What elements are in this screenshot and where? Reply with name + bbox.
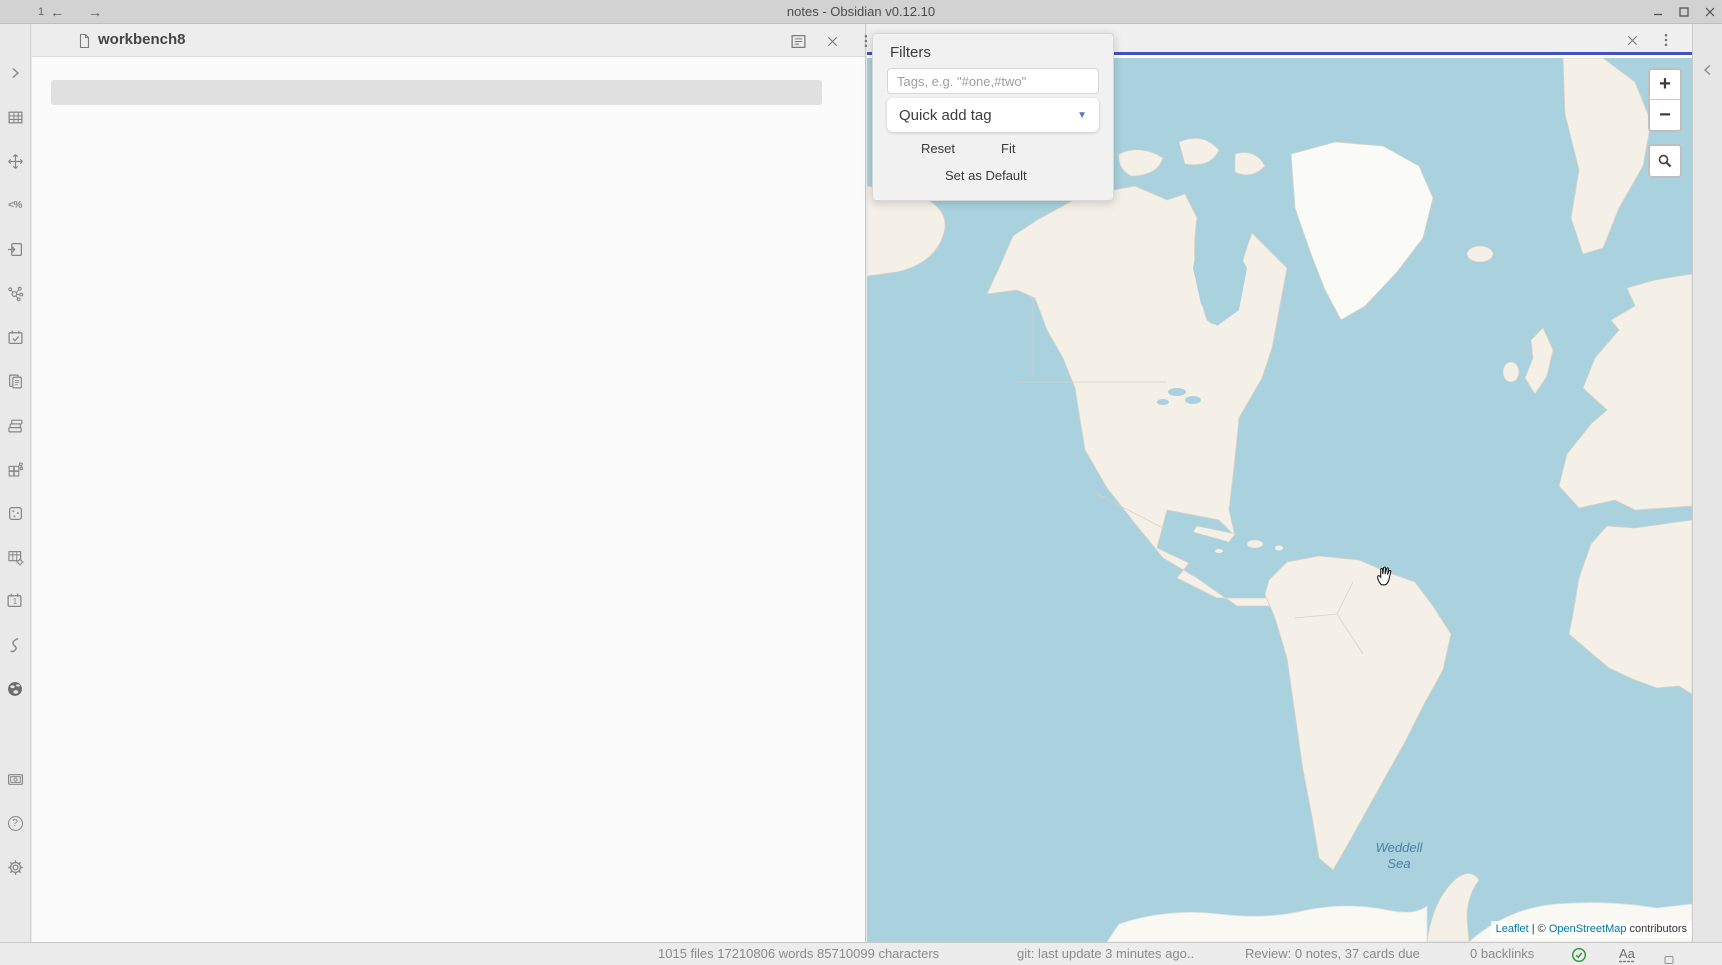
expand-right-sidebar-icon[interactable] [1700, 62, 1716, 83]
dropdown-arrow-icon: ▼ [1077, 110, 1087, 121]
note-pane: workbench8 [32, 24, 866, 942]
reading-view-icon[interactable] [788, 31, 808, 51]
map-filters-popup: Filters Quick add tag ▼ Reset Fit Set as… [872, 33, 1114, 201]
blocks-icon[interactable] [6, 460, 24, 478]
close-window-button[interactable] [1704, 6, 1716, 18]
openstreetmap-link[interactable]: OpenStreetMap [1549, 923, 1627, 935]
title-bar: 1 ← → notes - Obsidian v0.12.10 [0, 0, 1722, 24]
hand-cursor [1372, 563, 1396, 592]
sync-ok-icon [1571, 947, 1587, 965]
expand-sidebar-icon[interactable] [6, 64, 24, 82]
left-ribbon: <% 1 ? [0, 24, 31, 942]
reset-button[interactable]: Reset [921, 141, 955, 156]
map-attribution: Leaflet | © OpenStreetMap contributors [1491, 921, 1692, 938]
empty-note-block[interactable] [51, 80, 822, 105]
calendar-day-number: 1 [6, 597, 24, 606]
close-pane-icon[interactable] [822, 31, 842, 51]
text-size-toggle[interactable]: Aa [1619, 943, 1635, 965]
git-status: git: last update 3 minutes ago.. [1017, 943, 1194, 965]
vault-switcher-icon[interactable] [6, 770, 24, 788]
tags-filter-input[interactable] [887, 68, 1099, 94]
leaflet-link[interactable]: Leaflet [1496, 923, 1529, 935]
calendar-day-icon[interactable]: 1 [6, 592, 24, 610]
fit-button[interactable]: Fit [1001, 141, 1015, 156]
card-stack-icon[interactable] [6, 416, 24, 434]
graph-icon[interactable] [6, 284, 24, 302]
settings-gear-icon[interactable] [6, 858, 24, 876]
search-icon [1657, 153, 1673, 169]
zoom-out-button[interactable]: − [1650, 100, 1680, 130]
map-search-button[interactable] [1648, 144, 1682, 178]
quick-add-tag-label: Quick add tag [899, 107, 1077, 124]
file-stats: 1015 files 17210806 words 85710099 chara… [658, 943, 939, 965]
small-window-icon[interactable] [1664, 950, 1674, 965]
note-pane-header: workbench8 [32, 24, 865, 57]
right-sidebar-strip [1692, 24, 1722, 942]
sea-label: Weddell Sea [1359, 840, 1439, 872]
status-bar: 1015 files 17210806 words 85710099 chara… [0, 942, 1722, 965]
note-title: workbench8 [98, 24, 186, 57]
maximize-button[interactable] [1678, 6, 1690, 18]
calendar-check-icon[interactable] [6, 328, 24, 346]
copy-documents-icon[interactable] [6, 372, 24, 390]
minimize-button[interactable] [1652, 6, 1664, 18]
squiggle-icon[interactable] [6, 636, 24, 654]
map-zoom-control: + − [1648, 68, 1682, 132]
table-gear-icon[interactable] [6, 548, 24, 566]
filters-title: Filters [890, 44, 931, 61]
table-icon[interactable] [6, 108, 24, 126]
help-icon[interactable]: ? [6, 814, 24, 832]
backlinks-count[interactable]: 0 backlinks [1470, 943, 1534, 965]
close-map-pane-icon[interactable] [1622, 30, 1642, 50]
pan-icon[interactable] [6, 152, 24, 170]
file-icon [74, 31, 94, 51]
zoom-in-button[interactable]: + [1650, 70, 1680, 100]
set-as-default-button[interactable]: Set as Default [945, 168, 1027, 183]
templater-icon[interactable]: <% [6, 196, 24, 214]
obsidian-window: 1 ← → notes - Obsidian v0.12.10 <% 1 ? [0, 0, 1722, 965]
box-arrow-icon[interactable] [6, 240, 24, 258]
map-pane-menu-icon[interactable] [1656, 30, 1676, 50]
quick-add-tag-dropdown[interactable]: Quick add tag ▼ [887, 98, 1099, 132]
map-globe-icon[interactable] [6, 680, 24, 698]
window-title: notes - Obsidian v0.12.10 [0, 0, 1722, 24]
random-dice-icon[interactable] [6, 504, 24, 522]
review-status[interactable]: Review: 0 notes, 37 cards due [1245, 943, 1420, 965]
